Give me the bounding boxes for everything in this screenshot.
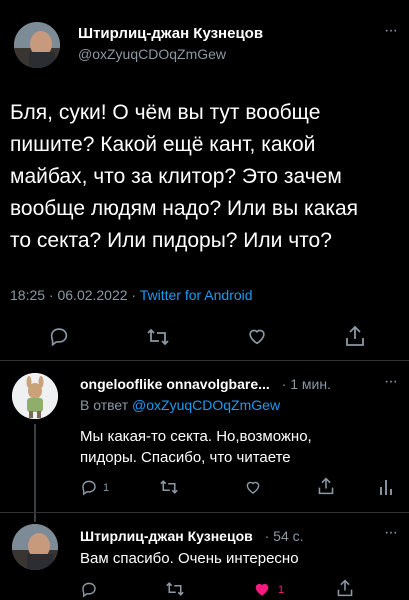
main-tweet-text: Бля, суки! О чём вы тут вообще пишите? К…: [10, 97, 358, 257]
divider: [0, 512, 409, 513]
reply1-header: ongelooflike onnavolgbare... · 1 мин.: [80, 376, 331, 392]
reply2-header: Штирлиц-джан Кузнецов · 54 с.: [80, 528, 304, 544]
like-icon[interactable]: [246, 325, 268, 347]
tweet-line: пишите? Какой ещё кант, какой: [10, 133, 316, 156]
reply1-author-name[interactable]: ongelooflike onnavolgbare...: [80, 376, 270, 392]
more-icon[interactable]: ···: [384, 524, 398, 542]
reply2-author-name[interactable]: Штирлиц-джан Кузнецов: [80, 528, 253, 544]
reply-line: Мы какая-то секта. Но,возможно,: [80, 428, 312, 445]
tweet-timestamp[interactable]: 18:25 · 06.02.2022 ·: [10, 287, 140, 303]
reply-count: 1: [103, 482, 110, 494]
reply-to-label: В ответ: [80, 397, 133, 413]
avatar-photo: [14, 22, 60, 68]
main-tweet-meta: 18:25 · 06.02.2022 · Twitter for Android: [10, 287, 253, 303]
reply1-text: Мы какая-то секта. Но,возможно, пидоры. …: [80, 426, 312, 468]
share-icon[interactable]: [344, 324, 366, 348]
reply2-text: Вам спасибо. Очень интересно: [80, 550, 299, 567]
main-avatar[interactable]: [14, 22, 60, 68]
reply1-avatar[interactable]: [12, 373, 58, 419]
avatar-photo: [12, 524, 58, 570]
divider: [0, 360, 409, 361]
retweet-icon[interactable]: [165, 580, 185, 598]
main-author-name[interactable]: Штирлиц-джан Кузнецов: [78, 25, 263, 42]
reply-line: пидоры. Спасибо, что читаете: [80, 449, 291, 466]
retweet-icon[interactable]: [159, 478, 179, 496]
reply-to-handle[interactable]: @oxZyuqCDOqZmGew: [132, 397, 280, 413]
tweet-line: то секта? Или пидоры? Или что?: [10, 229, 332, 252]
reply2-time[interactable]: · 54 с.: [265, 528, 304, 544]
reply1-reply-to: В ответ @oxZyuqCDOqZmGew: [80, 397, 280, 413]
tweet-line: майбах, что за клитор? Это зачем: [10, 165, 342, 188]
avatar-photo: [12, 373, 58, 419]
reply-icon[interactable]: [80, 478, 98, 496]
share-icon[interactable]: [317, 476, 335, 496]
main-author-handle[interactable]: @oxZyuqCDOqZmGew: [78, 46, 226, 62]
more-icon[interactable]: ···: [384, 373, 398, 391]
reply-icon[interactable]: [48, 325, 70, 347]
more-icon[interactable]: ···: [384, 22, 398, 40]
tweet-line: Бля, суки! О чём вы тут вообще: [10, 101, 321, 124]
like-icon-active[interactable]: [252, 579, 272, 599]
reply2-avatar[interactable]: [12, 524, 58, 570]
tweet-line: вообще людям надо? Или вы какая: [10, 197, 359, 220]
like-icon[interactable]: [244, 478, 262, 496]
analytics-icon[interactable]: [379, 478, 393, 496]
like-count: 1: [278, 584, 285, 596]
share-icon[interactable]: [336, 578, 354, 598]
thread-line: [34, 424, 36, 522]
retweet-icon[interactable]: [146, 326, 170, 348]
reply-icon[interactable]: [80, 580, 98, 598]
reply1-time[interactable]: · 1 мин.: [282, 376, 331, 392]
tweet-source[interactable]: Twitter for Android: [140, 287, 253, 303]
